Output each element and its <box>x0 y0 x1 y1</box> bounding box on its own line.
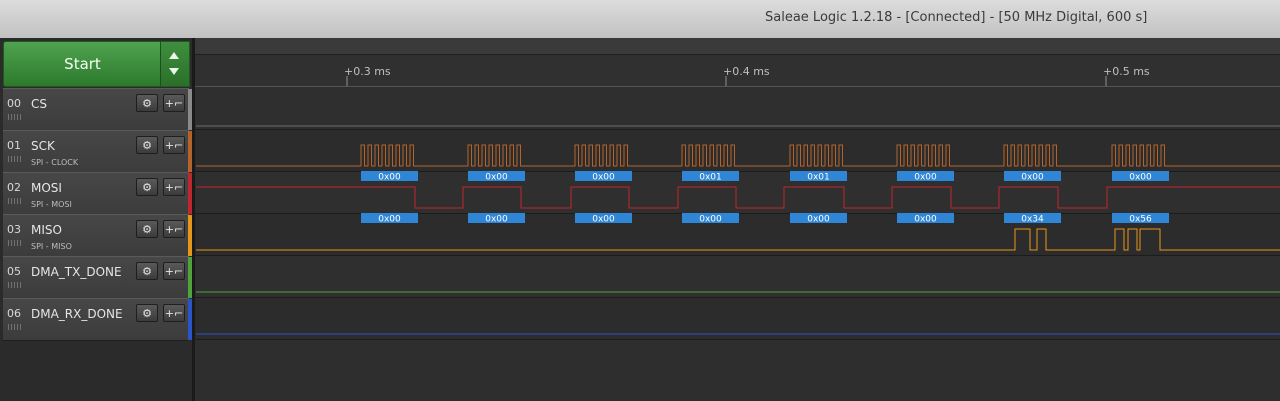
channel-row-cs[interactable]: 00 CS ⚙ +⌐ <box>3 88 192 131</box>
mosi-value-label: 0x00 <box>378 173 401 183</box>
arrow-up-icon <box>169 52 179 59</box>
trigger-icon[interactable]: +⌐ <box>163 220 185 238</box>
waveform-view[interactable]: +0.3 ms +0.4 ms +0.5 ms 0x00 0x00 0x00 0x01 0x0… <box>192 38 1280 401</box>
channel-number: 02 <box>7 181 21 194</box>
channel-row-dma_rx_done[interactable]: 06 DMA_RX_DONE ⚙ +⌐ <box>3 298 192 341</box>
analyzer-label: SPI - CLOCK <box>31 158 79 167</box>
trigger-icon[interactable]: +⌐ <box>163 94 185 112</box>
mosi-value-label: 0x00 <box>1021 173 1044 183</box>
mosi-value-label: 0x00 <box>592 173 615 183</box>
trigger-icon[interactable]: +⌐ <box>163 178 185 196</box>
arrow-down-icon <box>169 68 179 75</box>
miso-value-label: 0x56 <box>1129 215 1152 225</box>
mosi-value-label: 0x00 <box>914 173 937 183</box>
miso-value-label: 0x00 <box>592 215 615 225</box>
channel-row-mosi[interactable]: 02 MOSI SPI - MOSI ⚙ +⌐ <box>3 172 192 215</box>
lane-1 <box>192 130 1280 171</box>
waveform-left-border <box>192 38 195 401</box>
gear-icon[interactable]: ⚙ <box>136 178 158 196</box>
channel-number: 06 <box>7 307 21 320</box>
title-bar: Saleae Logic 1.2.18 - [Connected] - [50 … <box>0 0 1280 39</box>
channel-name[interactable]: DMA_TX_DONE <box>31 265 122 279</box>
tick-label: +0.5 ms <box>1103 65 1150 78</box>
channel-sidebar: Start 00 CS ⚙ +⌐ 01 SCK SPI - CLOCK ⚙ +⌐ 02 MOSI SP… <box>0 38 192 401</box>
miso-value-label: 0x00 <box>807 215 830 225</box>
lane-0 <box>192 88 1280 129</box>
start-options-button[interactable] <box>160 41 190 87</box>
channel-row-dma_tx_done[interactable]: 05 DMA_TX_DONE ⚙ +⌐ <box>3 256 192 299</box>
gear-icon[interactable]: ⚙ <box>136 262 158 280</box>
lane-separator <box>192 297 1280 298</box>
drag-handle-icon[interactable] <box>8 282 22 288</box>
miso-value-label: 0x00 <box>485 215 508 225</box>
channel-name[interactable]: MISO <box>31 223 62 237</box>
channel-number: 00 <box>7 97 21 110</box>
drag-handle-icon[interactable] <box>8 198 22 204</box>
channel-number: 03 <box>7 223 21 236</box>
mosi-value-label: 0x01 <box>807 173 830 183</box>
overview-divider <box>192 54 1280 55</box>
window-title: Saleae Logic 1.2.18 - [Connected] - [50 … <box>765 10 1148 25</box>
lane-4 <box>192 256 1280 297</box>
gear-icon[interactable]: ⚙ <box>136 136 158 154</box>
channel-row-miso[interactable]: 03 MISO SPI - MISO ⚙ +⌐ <box>3 214 192 257</box>
channel-number: 05 <box>7 265 21 278</box>
lane-separator <box>192 129 1280 130</box>
miso-value-label: 0x00 <box>914 215 937 225</box>
trigger-icon[interactable]: +⌐ <box>163 136 185 154</box>
mosi-value-label: 0x00 <box>485 173 508 183</box>
lane-5 <box>192 298 1280 339</box>
gear-icon[interactable]: ⚙ <box>136 304 158 322</box>
miso-value-label: 0x00 <box>699 215 722 225</box>
channel-name[interactable]: DMA_RX_DONE <box>31 307 123 321</box>
channel-name[interactable]: SCK <box>31 139 55 153</box>
trigger-icon[interactable]: +⌐ <box>163 304 185 322</box>
drag-handle-icon[interactable] <box>8 324 22 330</box>
channel-name[interactable]: MOSI <box>31 181 62 195</box>
tick-label: +0.3 ms <box>344 65 391 78</box>
analyzer-label: SPI - MISO <box>31 242 72 251</box>
trigger-icon[interactable]: +⌐ <box>163 262 185 280</box>
mosi-value-label: 0x00 <box>1129 173 1152 183</box>
lane-separator <box>192 339 1280 340</box>
miso-value-label: 0x00 <box>378 215 401 225</box>
drag-handle-icon[interactable] <box>8 156 22 162</box>
start-button[interactable]: Start <box>3 41 162 87</box>
drag-handle-icon[interactable] <box>8 114 22 120</box>
channel-row-sck[interactable]: 01 SCK SPI - CLOCK ⚙ +⌐ <box>3 130 192 173</box>
channel-number: 01 <box>7 139 21 152</box>
lane-separator <box>192 255 1280 256</box>
drag-handle-icon[interactable] <box>8 240 22 246</box>
gear-icon[interactable]: ⚙ <box>136 220 158 238</box>
ruler-divider <box>192 86 1280 87</box>
miso-value-label: 0x34 <box>1021 215 1044 225</box>
analyzer-label: SPI - MOSI <box>31 200 72 209</box>
overview-strip <box>192 38 1280 54</box>
mosi-value-label: 0x01 <box>699 173 722 183</box>
tick-label: +0.4 ms <box>723 65 770 78</box>
channel-name[interactable]: CS <box>31 97 47 111</box>
gear-icon[interactable]: ⚙ <box>136 94 158 112</box>
